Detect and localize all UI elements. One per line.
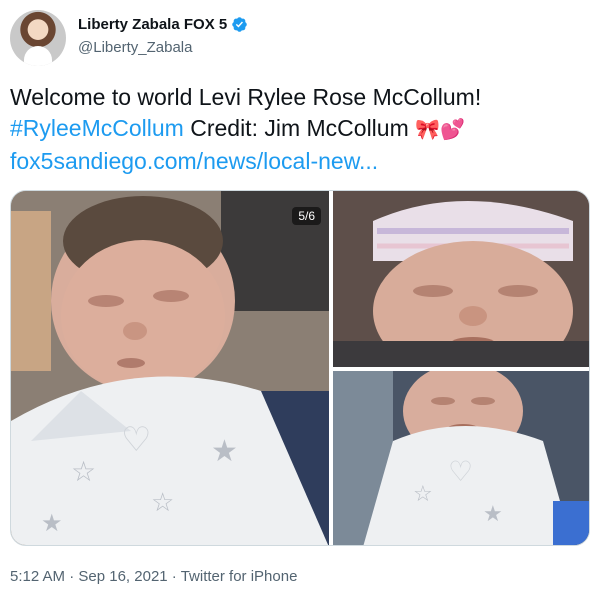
ribbon-hearts-emoji: 🎀💕 <box>415 119 465 141</box>
avatar-shirt <box>24 46 52 66</box>
footer-separator-1: · <box>65 568 79 585</box>
svg-text:♡: ♡ <box>448 455 473 488</box>
author-display-name[interactable]: Liberty Zabala FOX 5 <box>78 16 227 33</box>
tweet-text: Welcome to world Levi Rylee Rose McCollu… <box>10 82 590 177</box>
article-link[interactable]: fox5sandiego.com/news/local-new... <box>10 146 590 177</box>
svg-text:★: ★ <box>41 509 63 537</box>
photo-newborn-hat[interactable] <box>333 191 589 367</box>
verified-badge-icon <box>232 17 247 32</box>
newborn-swaddled-image: ☆ ☆ ★ ★ ♡ <box>11 191 329 545</box>
photo-newborn-swaddled[interactable]: ☆ ☆ ★ ★ ♡ 5/6 <box>11 191 329 545</box>
tweet-card: Liberty Zabala FOX 5 @Liberty_Zabala Wel… <box>0 0 600 600</box>
tweet-line-2: #RyleeMcCollum Credit: Jim McCollum 🎀💕 <box>10 113 590 146</box>
svg-text:☆: ☆ <box>71 455 96 488</box>
author-handle[interactable]: @Liberty_Zabala <box>78 39 192 56</box>
tweet-footer: 5:12 AM · Sep 16, 2021 · Twitter for iPh… <box>10 568 297 585</box>
avatar[interactable] <box>10 10 66 66</box>
newborn-hat-image <box>333 191 589 367</box>
media-grid: ☆ ☆ ★ ★ ♡ 5/6 ☆ ★ ♡ <box>10 190 590 546</box>
footer-separator-2: · <box>167 568 181 585</box>
svg-text:☆: ☆ <box>413 482 433 507</box>
newborn-closeup-image: ☆ ★ ♡ <box>333 371 589 545</box>
photo-newborn-closeup[interactable]: ☆ ★ ♡ <box>333 371 589 545</box>
svg-text:★: ★ <box>211 434 238 469</box>
svg-text:♡: ♡ <box>121 420 151 460</box>
tweet-header: Liberty Zabala FOX 5 @Liberty_Zabala <box>10 6 590 66</box>
photo-counter: 5/6 <box>292 207 321 225</box>
svg-text:☆: ☆ <box>151 488 174 518</box>
author-name-row: Liberty Zabala FOX 5 <box>78 16 248 33</box>
svg-text:★: ★ <box>483 502 503 527</box>
tweet-time[interactable]: 5:12 AM <box>10 568 65 585</box>
credit-text: Credit: Jim McCollum <box>183 115 416 141</box>
tweet-source[interactable]: Twitter for iPhone <box>181 568 298 585</box>
tweet-date[interactable]: Sep 16, 2021 <box>78 568 167 585</box>
tweet-line-1: Welcome to world Levi Rylee Rose McCollu… <box>10 84 482 110</box>
hashtag-link[interactable]: #RyleeMcCollum <box>10 115 184 141</box>
